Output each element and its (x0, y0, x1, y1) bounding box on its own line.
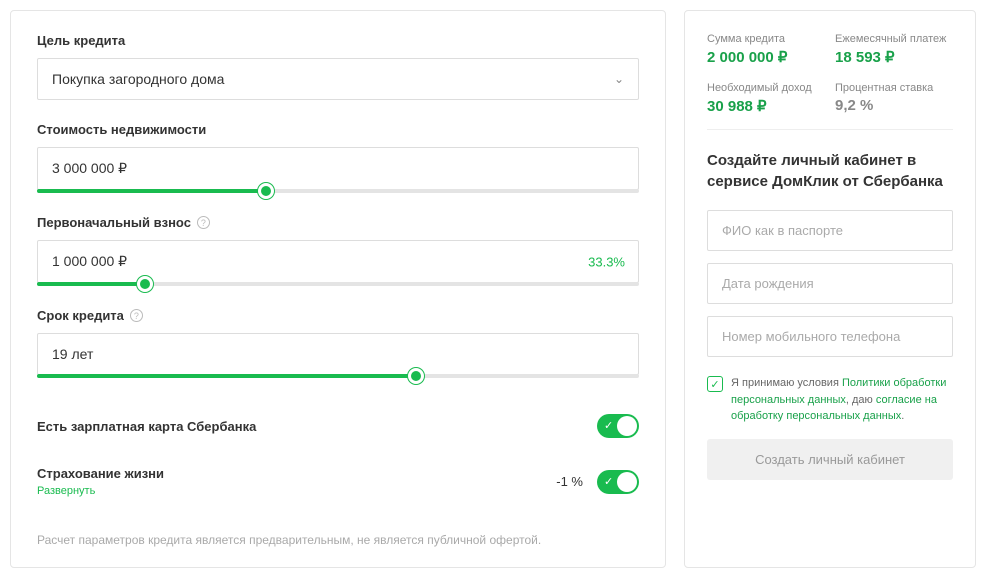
summary-panel: Сумма кредита 2 000 000 ₽ Ежемесячный пл… (684, 10, 976, 568)
property-cost-field: Стоимость недвижимости 3 000 000 ₽ (37, 122, 639, 193)
consent-text: Я принимаю условия Политики обработки пе… (731, 375, 953, 425)
salary-card-row: Есть зарплатная карта Сбербанка ✓ (37, 400, 639, 452)
slider-thumb-icon[interactable] (408, 368, 424, 384)
term-slider[interactable] (37, 374, 639, 378)
summary-monthly: Ежемесячный платеж 18 593 ₽ (835, 33, 953, 66)
down-payment-input[interactable]: 1 000 000 ₽ (37, 240, 639, 283)
signup-title: Создайте личный кабинет в сервисе ДомКли… (707, 150, 953, 192)
summary-value: 2 000 000 ₽ (707, 48, 825, 66)
disclaimer-text: Расчет параметров кредита является предв… (37, 533, 639, 547)
fio-input[interactable] (707, 210, 953, 251)
check-icon: ✓ (604, 475, 613, 488)
down-payment-percent: 33.3% (588, 254, 625, 269)
chevron-down-icon: ⌄ (614, 72, 624, 86)
calculator-panel: Цель кредита Покупка загородного дома ⌄ … (10, 10, 666, 568)
slider-thumb-icon[interactable] (137, 276, 153, 292)
down-payment-label: Первоначальный взнос (37, 215, 191, 230)
summary-rate: Процентная ставка 9,2 % (835, 82, 953, 115)
life-insurance-delta: -1 % (556, 474, 583, 489)
life-insurance-toggle[interactable]: ✓ (597, 470, 639, 494)
summary-grid: Сумма кредита 2 000 000 ₽ Ежемесячный пл… (707, 33, 953, 115)
property-cost-slider[interactable] (37, 189, 639, 193)
down-payment-slider[interactable] (37, 282, 639, 286)
life-insurance-row: Страхование жизни Развернуть -1 % ✓ (37, 452, 639, 511)
purpose-label: Цель кредита (37, 33, 639, 48)
salary-card-label: Есть зарплатная карта Сбербанка (37, 419, 256, 434)
summary-label: Необходимый доход (707, 82, 825, 94)
summary-label: Сумма кредита (707, 33, 825, 45)
term-label: Срок кредита (37, 308, 124, 323)
salary-card-toggle[interactable]: ✓ (597, 414, 639, 438)
phone-input[interactable] (707, 316, 953, 357)
summary-label: Процентная ставка (835, 82, 953, 94)
life-insurance-label: Страхование жизни (37, 466, 164, 481)
summary-value: 18 593 ₽ (835, 48, 953, 66)
help-icon[interactable]: ? (197, 216, 210, 229)
consent-row: ✓ Я принимаю условия Политики обработки … (707, 375, 953, 425)
property-cost-input[interactable]: 3 000 000 ₽ (37, 147, 639, 190)
purpose-value: Покупка загородного дома (52, 71, 224, 87)
purpose-select[interactable]: Покупка загородного дома ⌄ (37, 58, 639, 100)
summary-income: Необходимый доход 30 988 ₽ (707, 82, 825, 115)
down-payment-field: Первоначальный взнос ? 1 000 000 ₽ 33.3% (37, 215, 639, 286)
property-cost-label: Стоимость недвижимости (37, 122, 206, 137)
down-payment-value: 1 000 000 ₽ (52, 253, 127, 270)
term-field: Срок кредита ? 19 лет (37, 308, 639, 378)
property-cost-value: 3 000 000 ₽ (52, 160, 127, 177)
term-input[interactable]: 19 лет (37, 333, 639, 375)
summary-value: 9,2 % (835, 97, 953, 114)
help-icon[interactable]: ? (130, 309, 143, 322)
purpose-field: Цель кредита Покупка загородного дома ⌄ (37, 33, 639, 100)
dob-input[interactable] (707, 263, 953, 304)
divider (707, 129, 953, 130)
term-value: 19 лет (52, 346, 93, 362)
check-icon: ✓ (604, 419, 613, 432)
summary-label: Ежемесячный платеж (835, 33, 953, 45)
slider-thumb-icon[interactable] (258, 183, 274, 199)
create-account-button[interactable]: Создать личный кабинет (707, 439, 953, 480)
summary-loan-amount: Сумма кредита 2 000 000 ₽ (707, 33, 825, 66)
summary-value: 30 988 ₽ (707, 97, 825, 115)
life-insurance-expand[interactable]: Развернуть (37, 485, 164, 497)
consent-checkbox[interactable]: ✓ (707, 376, 723, 392)
